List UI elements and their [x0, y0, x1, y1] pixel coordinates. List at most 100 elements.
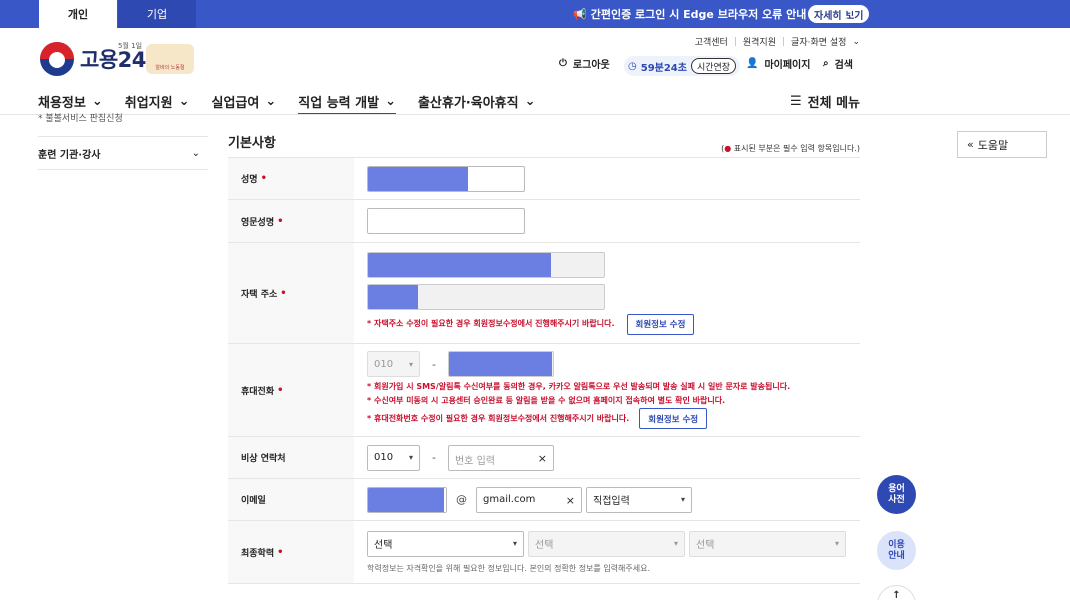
chevron-down-icon: ▾ — [673, 539, 678, 548]
nav-skill-development[interactable]: 직업 능력 개발 ⌄ — [298, 88, 396, 115]
search-icon: ⌕ — [823, 58, 829, 69]
extend-session-button[interactable]: 시간연장 — [690, 58, 737, 74]
education-info: 학력정보는 자격확인을 위해 필요한 정보입니다. 본인의 정확한 정보를 입력… — [367, 563, 651, 573]
logout-button[interactable]: ⏻ 로그아웃 — [559, 56, 610, 71]
dash: - — [432, 357, 436, 371]
megaphone-icon: 📢 — [573, 7, 587, 21]
required-icon: • — [277, 215, 284, 227]
logo-badge-text: 알바의 노동절 — [155, 65, 185, 71]
lnb-label: 훈련 기관·강사 — [38, 149, 101, 161]
label-text: 자택 주소 — [241, 289, 278, 300]
select-value: 010 — [374, 358, 394, 370]
education-status-select[interactable]: 선택 ▾ — [689, 530, 846, 557]
mobile-number-input[interactable] — [447, 351, 554, 377]
cell-mobile: 010 ▾ - * 회원가입 시 SMS/알림톡 수신여부를 동의한 경우, 카카… — [354, 344, 860, 436]
chevron-down-icon: ⌄ — [852, 36, 860, 47]
nav-label: 취업지원 — [124, 95, 173, 111]
label-text: 최종학력 — [241, 548, 275, 559]
help-button[interactable]: « 도움말 — [957, 131, 1047, 158]
nav-unemployment-benefit[interactable]: 실업급여 ⌄ — [212, 88, 277, 114]
chevron-down-icon: ▾ — [512, 539, 517, 548]
fab-label: 용어 — [888, 483, 905, 494]
required-note: (● 표시된 부분은 필수 입력 항목입니다.) — [721, 143, 860, 154]
emergency-prefix-select[interactable]: 010 ▾ — [367, 444, 420, 471]
nav-employment-support[interactable]: 취업지원 ⌄ — [125, 88, 190, 114]
cell-email: @ gmail.com × 직접입력 ▾ — [354, 479, 860, 520]
chevron-down-icon: ▾ — [408, 359, 413, 369]
nav-label: 채용정보 — [38, 95, 86, 111]
cell-education: 선택 ▾ 선택 ▾ 선택 ▾ 학력정보는 자격확인을 위해 필요한 정보입니다. 본인… — [354, 521, 860, 583]
email-id-input[interactable] — [367, 486, 447, 513]
top-banner: 개인 기업 📢 간편인증 로그인 시 Edge 브라우저 오류 안내 자세히 보… — [0, 0, 1070, 28]
at-sign: @ — [456, 493, 467, 506]
search-button[interactable]: ⌕ 검색 — [823, 56, 853, 71]
chevron-down-icon: ⌄ — [385, 93, 396, 109]
remote-support-link[interactable]: 원격지원 — [743, 35, 776, 48]
label-education: 최종학력 • — [228, 521, 354, 583]
emergency-number-input[interactable]: 번호 입력 × — [447, 444, 554, 471]
select-value: 선택 — [696, 540, 715, 551]
email-domain-select[interactable]: 직접입력 ▾ — [586, 486, 692, 513]
mypage-link[interactable]: 👤 마이페이지 — [746, 56, 810, 71]
select-value: 직접입력 — [593, 496, 630, 507]
chevron-down-icon: ▾ — [680, 495, 685, 504]
address-line2-input[interactable] — [367, 283, 605, 310]
label-text: 이메일 — [241, 496, 266, 506]
label-eng-name: 영문성명 • — [228, 200, 354, 242]
logo-date: 5월 1일 — [118, 42, 143, 50]
row-address: 자택 주소 • * 자택주소 수정이 필요한 경우 회원정보수정에서 진행해주시기… — [228, 243, 860, 344]
label-email: 이메일 — [228, 479, 354, 520]
address-edit-member-button[interactable]: 회원정보 수정 — [626, 313, 695, 335]
placeholder-text: 번호 입력 — [454, 455, 495, 467]
scroll-top-button[interactable]: ↑ — [877, 585, 916, 600]
user-icon: 👤 — [746, 58, 759, 69]
tab-business[interactable]: 기업 — [118, 0, 196, 28]
address-line1-input[interactable] — [367, 251, 605, 278]
lnb-item-training-institution[interactable]: 훈련 기관·강사 ⌄ — [38, 136, 208, 170]
fab-label: 사전 — [888, 494, 905, 505]
label-address: 자택 주소 • — [228, 243, 354, 343]
pause-icon[interactable]: II — [844, 5, 861, 22]
all-menu-button[interactable]: ☰ 전체 메뉴 — [790, 88, 860, 114]
education-level-select[interactable]: 선택 ▾ — [367, 530, 524, 557]
power-icon: ⏻ — [559, 58, 567, 69]
row-email: 이메일 @ gmail.com × 직접입력 ▾ — [228, 479, 860, 521]
masked-value — [368, 166, 468, 191]
chevron-down-icon: ⌄ — [265, 93, 277, 109]
cell-address: * 자택주소 수정이 필요한 경우 회원정보수정에서 진행해주시기 바랍니다. … — [354, 243, 860, 343]
notice-text: 간편인증 로그인 시 Edge 브라우저 오류 안내 — [590, 8, 807, 21]
note-text: 표시된 부분은 필수 입력 항목입니다.) — [731, 144, 860, 153]
row-mobile: 휴대전화 • 010 ▾ - * 회원가입 시 SMS/알림톡 수신여부를 동의한 … — [228, 344, 860, 437]
lnb-partial-item[interactable]: * 불볼서비스 판집신청 — [38, 111, 123, 124]
required-icon: • — [277, 546, 284, 558]
label-mobile: 휴대전화 • — [228, 344, 354, 436]
tab-personal[interactable]: 개인 — [39, 0, 117, 28]
arrow-up-icon: ↑ — [892, 590, 901, 600]
education-school-select[interactable]: 선택 ▾ — [528, 530, 685, 557]
email-domain-input[interactable]: gmail.com × — [476, 486, 582, 513]
section-title: 기본사항 — [228, 136, 276, 151]
clear-icon[interactable]: × — [538, 452, 547, 465]
basic-info-form: 성명 • 영문성명 • 자택 주소 • * 자택주소 수정이 필요한 경우 회원정보수… — [228, 157, 860, 584]
masked-value — [368, 252, 551, 277]
mobile-prefix-select[interactable]: 010 ▾ — [367, 351, 420, 377]
customer-center-link[interactable]: 고객센터 — [695, 35, 728, 48]
label-emergency: 비상 연락처 — [228, 437, 354, 478]
clear-icon[interactable]: × — [566, 494, 575, 507]
row-eng-name: 영문성명 • — [228, 200, 860, 243]
mobile-edit-member-button[interactable]: 회원정보 수정 — [639, 408, 708, 429]
eng-name-input[interactable] — [367, 208, 525, 234]
glossary-button[interactable]: 용어 사전 — [877, 475, 916, 514]
masked-value — [368, 284, 418, 309]
header-divider — [0, 114, 1070, 115]
cell-eng-name — [354, 200, 860, 242]
chevron-down-icon: ⌄ — [91, 93, 103, 109]
usage-guide-button[interactable]: 이용 안내 — [877, 531, 916, 570]
nav-parental-leave[interactable]: 출산휴가·육아휴직 ⌄ — [418, 88, 536, 114]
nav-label: 실업급여 — [211, 95, 260, 111]
display-settings-link[interactable]: 글자·화면 설정 — [791, 35, 846, 48]
nav-label: 출산휴가·육아휴직 — [417, 95, 519, 111]
name-input[interactable] — [367, 165, 525, 192]
session-timer: ◷ 59분24초 시간연장 — [624, 56, 741, 76]
search-label: 검색 — [834, 60, 854, 71]
